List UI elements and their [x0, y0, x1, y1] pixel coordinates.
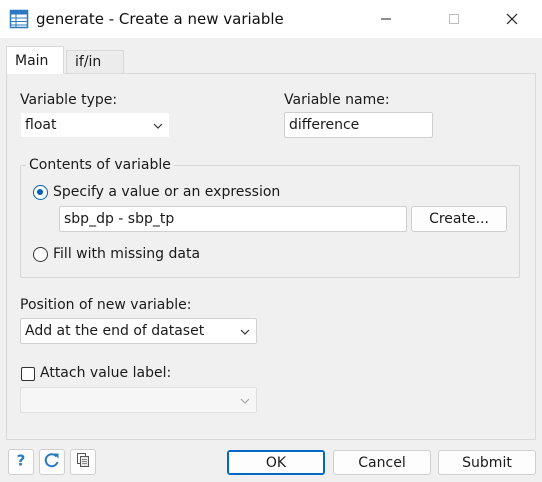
close-button[interactable] — [490, 0, 534, 38]
create-button[interactable]: Create... — [411, 206, 507, 232]
reset-button[interactable] — [39, 449, 65, 475]
tab-if-in[interactable]: if/in — [66, 50, 124, 73]
title-bar: generate - Create a new variable — [0, 0, 542, 39]
variable-name-field[interactable]: difference — [284, 112, 433, 138]
refresh-icon — [44, 452, 60, 472]
minimize-button[interactable] — [364, 0, 408, 38]
copy-command-button[interactable] — [70, 449, 96, 475]
close-icon — [505, 12, 519, 26]
chevron-down-icon — [153, 117, 163, 133]
specify-expression-radio[interactable] — [33, 185, 48, 200]
help-button[interactable]: ? — [8, 449, 34, 475]
variable-type-label: Variable type: — [20, 92, 118, 108]
submit-button[interactable]: Submit — [438, 450, 536, 475]
ok-button[interactable]: OK — [227, 450, 325, 475]
maximize-icon — [448, 13, 460, 25]
help-icon: ? — [13, 452, 29, 472]
attach-value-label-checkbox[interactable] — [21, 367, 35, 381]
position-label: Position of new variable: — [20, 297, 192, 313]
fill-missing-radio[interactable] — [33, 247, 48, 262]
minimize-icon — [380, 13, 392, 25]
expression-value: sbp_dp - sbp_tp — [64, 211, 175, 227]
window-title: generate - Create a new variable — [36, 10, 284, 28]
tab-main[interactable]: Main — [6, 46, 64, 74]
maximize-button[interactable] — [432, 0, 476, 38]
variable-name-value: difference — [289, 117, 360, 133]
table-icon — [9, 9, 29, 29]
fill-missing-label: Fill with missing data — [53, 246, 201, 262]
copy-icon — [75, 452, 91, 472]
chevron-down-icon — [240, 323, 250, 339]
cancel-button[interactable]: Cancel — [333, 450, 431, 475]
position-select[interactable]: Add at the end of dataset — [20, 318, 257, 344]
specify-expression-label: Specify a value or an expression — [53, 184, 281, 200]
contents-group-label: Contents of variable — [26, 157, 174, 173]
attach-value-label-text: Attach value label: — [40, 365, 172, 381]
value-label-select[interactable] — [20, 387, 257, 413]
position-value: Add at the end of dataset — [25, 323, 205, 339]
variable-type-value: float — [25, 117, 57, 133]
expression-input[interactable]: sbp_dp - sbp_tp — [59, 206, 407, 232]
variable-name-label: Variable name: — [284, 92, 390, 108]
variable-type-select[interactable]: float — [20, 112, 170, 138]
chevron-down-icon — [240, 392, 250, 408]
svg-text:?: ? — [17, 452, 26, 468]
